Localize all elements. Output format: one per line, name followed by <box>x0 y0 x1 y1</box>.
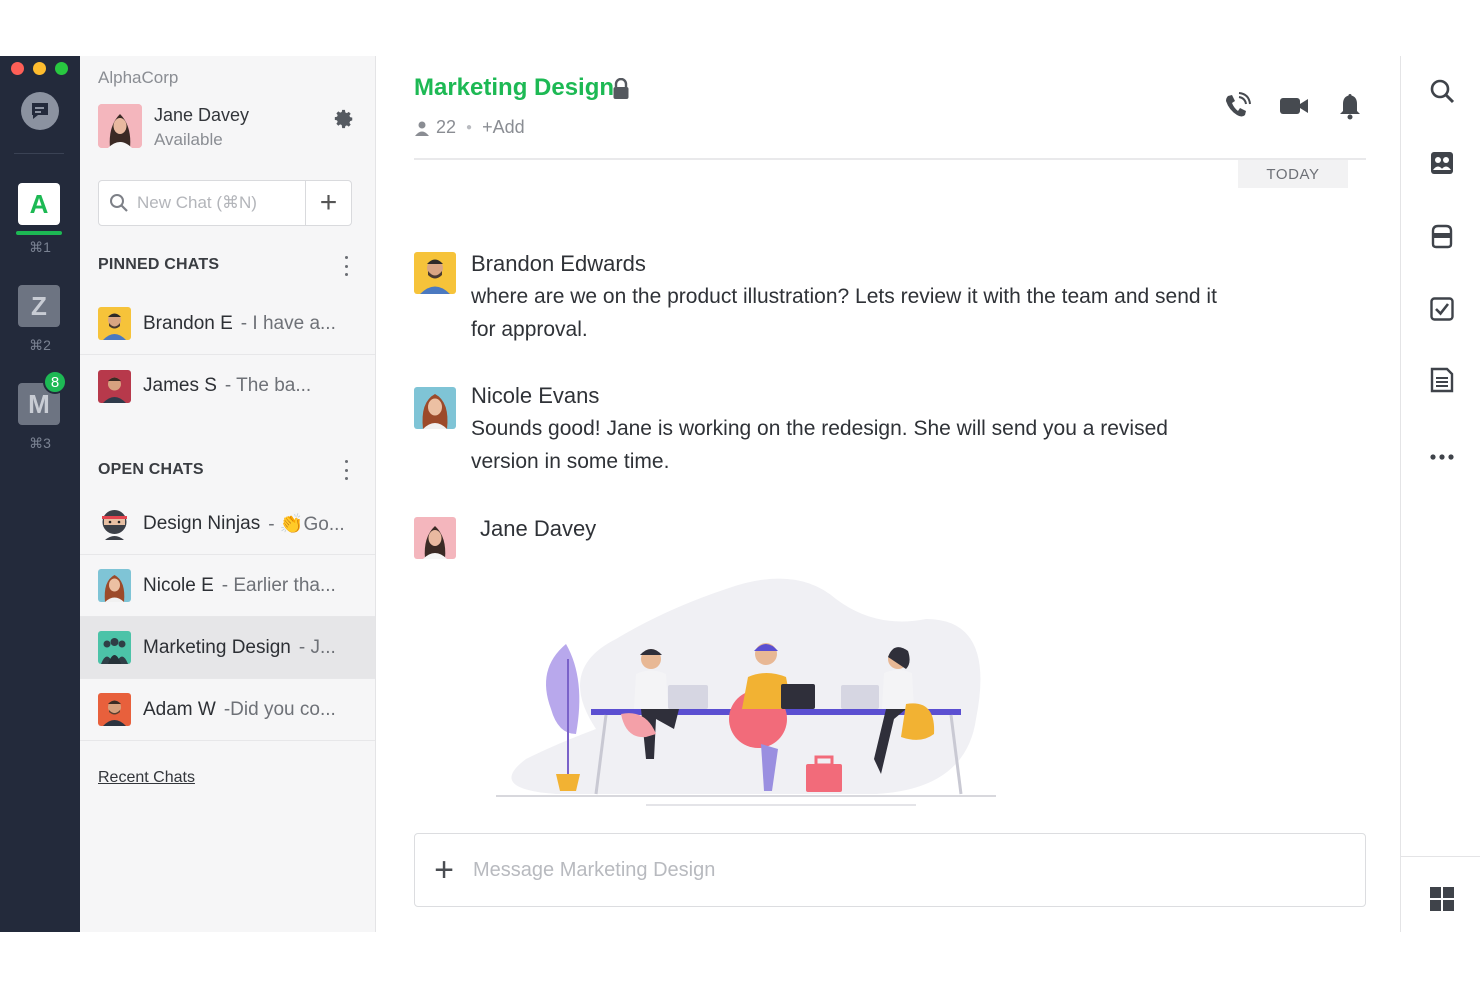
conversation-pane: Marketing Design 22 ● +Add TODAY Brandon… <box>376 56 1400 932</box>
chat-preview: - J... <box>298 636 336 658</box>
video-icon[interactable] <box>1279 92 1309 120</box>
lock-icon <box>613 78 629 99</box>
chat-preview: - I have a... <box>240 312 336 334</box>
attach-button[interactable]: + <box>429 853 459 887</box>
new-chat-button[interactable]: + <box>305 181 351 225</box>
more-icon[interactable] <box>1429 444 1455 470</box>
chat-name: Nicole E <box>143 574 214 596</box>
chat-sidebar: AlphaCorp Jane Davey Available + PINNED … <box>80 56 376 932</box>
active-workspace-indicator <box>16 231 62 235</box>
search-icon <box>110 194 128 212</box>
avatar <box>98 307 131 340</box>
message-composer: + <box>414 833 1366 907</box>
chat-name: Brandon E <box>143 312 233 334</box>
chat-name: James S <box>143 375 217 396</box>
user-name: Jane Davey <box>154 105 250 125</box>
message-author[interactable]: Jane Davey <box>480 516 596 542</box>
workspace-z-shortcut: ⌘2 <box>29 337 51 353</box>
pinned-chats-heading: PINNED CHATS <box>98 256 220 273</box>
app-window: A ⌘1 Z ⌘2 M 8 ⌘3 AlphaCorp Jane Davey Av… <box>0 56 1480 932</box>
minimize-window-button[interactable] <box>33 62 46 75</box>
open-chats-heading: OPEN CHATS <box>98 461 204 478</box>
gear-icon[interactable] <box>333 108 355 130</box>
chat-preview: -Did you co... <box>223 698 336 720</box>
avatar[interactable] <box>414 517 456 559</box>
user-status[interactable]: Available <box>154 130 223 150</box>
message-input[interactable] <box>473 858 1333 882</box>
new-chat-search: + <box>98 180 352 226</box>
zoom-window-button[interactable] <box>55 62 68 75</box>
inbox-icon[interactable] <box>1429 223 1455 249</box>
message-author[interactable]: Brandon Edwards <box>471 251 646 277</box>
workspace-z[interactable]: Z <box>18 285 60 327</box>
channel-meta: 22 ● +Add <box>414 117 525 138</box>
channel-title[interactable]: Marketing Design <box>414 74 614 102</box>
workspace-a-shortcut: ⌘1 <box>29 239 51 255</box>
open-chat-nicole[interactable]: Nicole E - Earlier tha... <box>80 555 375 617</box>
workspace-m-shortcut: ⌘3 <box>29 435 51 451</box>
open-chats-menu-icon[interactable] <box>342 460 350 480</box>
avatar <box>98 693 131 726</box>
close-window-button[interactable] <box>11 62 24 75</box>
date-divider: TODAY <box>1238 160 1348 188</box>
chat-name: Marketing Design <box>143 636 291 658</box>
recent-chats-link[interactable]: Recent Chats <box>98 769 195 787</box>
message-text: Sounds good! Jane is working on the rede… <box>471 417 1168 473</box>
right-toolbar <box>1400 56 1480 932</box>
message-text: where are we on the product illustration… <box>471 285 1217 341</box>
unread-badge: 8 <box>43 370 67 394</box>
pinned-chats-menu-icon[interactable] <box>342 256 350 276</box>
chat-preview: - The ba... <box>224 375 312 396</box>
bell-icon[interactable] <box>1335 92 1365 120</box>
chat-name: Design Ninjas <box>143 512 261 534</box>
members-icon <box>415 121 429 136</box>
avatar <box>98 369 131 403</box>
window-controls <box>11 62 68 75</box>
right-rail-divider <box>1401 856 1480 857</box>
header-divider <box>414 158 1366 160</box>
new-chat-input[interactable] <box>137 193 297 213</box>
chat-name: Adam W <box>143 698 216 720</box>
contacts-icon[interactable] <box>1429 150 1455 176</box>
notes-icon[interactable] <box>1429 367 1455 393</box>
apps-grid-icon[interactable] <box>1429 886 1455 912</box>
avatar <box>98 569 131 602</box>
phone-icon[interactable] <box>1222 92 1252 120</box>
chat-preview: - Earlier tha... <box>221 574 336 596</box>
chat-preview: - 👏Go... <box>268 513 345 535</box>
open-chat-design-ninjas[interactable]: Design Ninjas - 👏Go... <box>80 493 375 555</box>
user-avatar[interactable] <box>98 104 142 148</box>
pinned-chat-brandon[interactable]: Brandon E - I have a... <box>80 293 375 355</box>
open-chat-adam[interactable]: Adam W -Did you co... <box>80 679 375 741</box>
open-chat-marketing-design[interactable]: Marketing Design - J... <box>80 617 375 679</box>
tasks-icon[interactable] <box>1429 296 1455 322</box>
avatar[interactable] <box>414 252 456 294</box>
pinned-chat-james[interactable]: James S - The ba... <box>80 355 375 417</box>
app-logo-icon[interactable] <box>21 92 59 130</box>
meta-separator: ● <box>466 122 473 133</box>
add-member-link[interactable]: +Add <box>482 117 525 138</box>
workspace-rail: A ⌘1 Z ⌘2 M 8 ⌘3 <box>0 56 80 932</box>
team-illustration <box>496 578 996 806</box>
org-name: AlphaCorp <box>98 68 179 87</box>
ninja-avatar-icon <box>98 507 131 540</box>
rail-divider <box>14 153 64 154</box>
member-count[interactable]: 22 <box>436 117 456 138</box>
search-icon[interactable] <box>1429 78 1455 104</box>
group-avatar-icon <box>98 631 131 664</box>
workspace-a[interactable]: A <box>18 183 60 225</box>
message-author[interactable]: Nicole Evans <box>471 383 599 409</box>
avatar[interactable] <box>414 387 456 429</box>
